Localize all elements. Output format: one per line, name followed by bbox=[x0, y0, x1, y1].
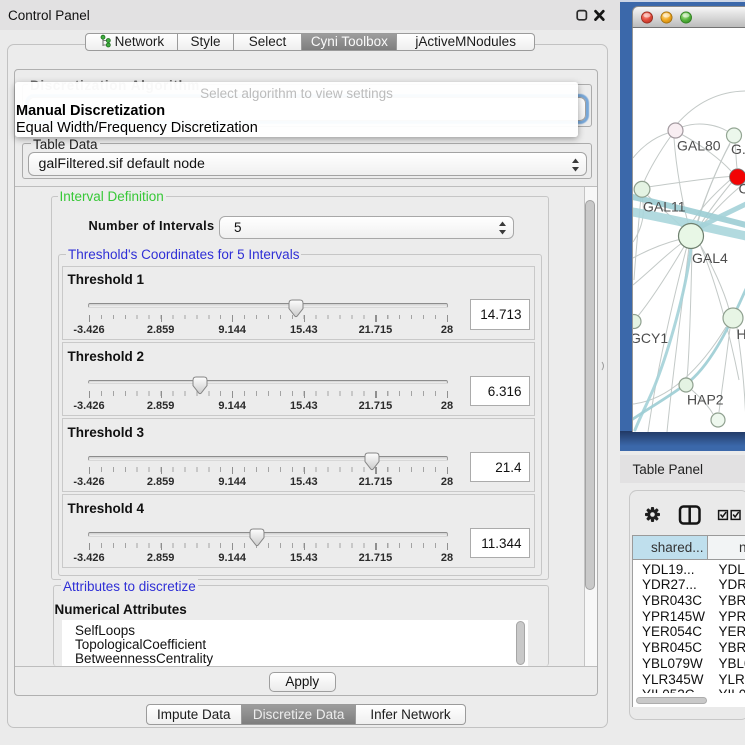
svg-text:GAL4: GAL4 bbox=[692, 250, 728, 266]
svg-text:G.: G. bbox=[731, 141, 745, 157]
svg-text:GAL80: GAL80 bbox=[677, 138, 721, 154]
svg-text:C: C bbox=[739, 181, 745, 197]
svg-text:HAP2: HAP2 bbox=[687, 392, 724, 408]
svg-text:GAL11: GAL11 bbox=[643, 199, 686, 215]
svg-text:GCY1: GCY1 bbox=[633, 330, 668, 346]
svg-text:H: H bbox=[737, 326, 745, 342]
